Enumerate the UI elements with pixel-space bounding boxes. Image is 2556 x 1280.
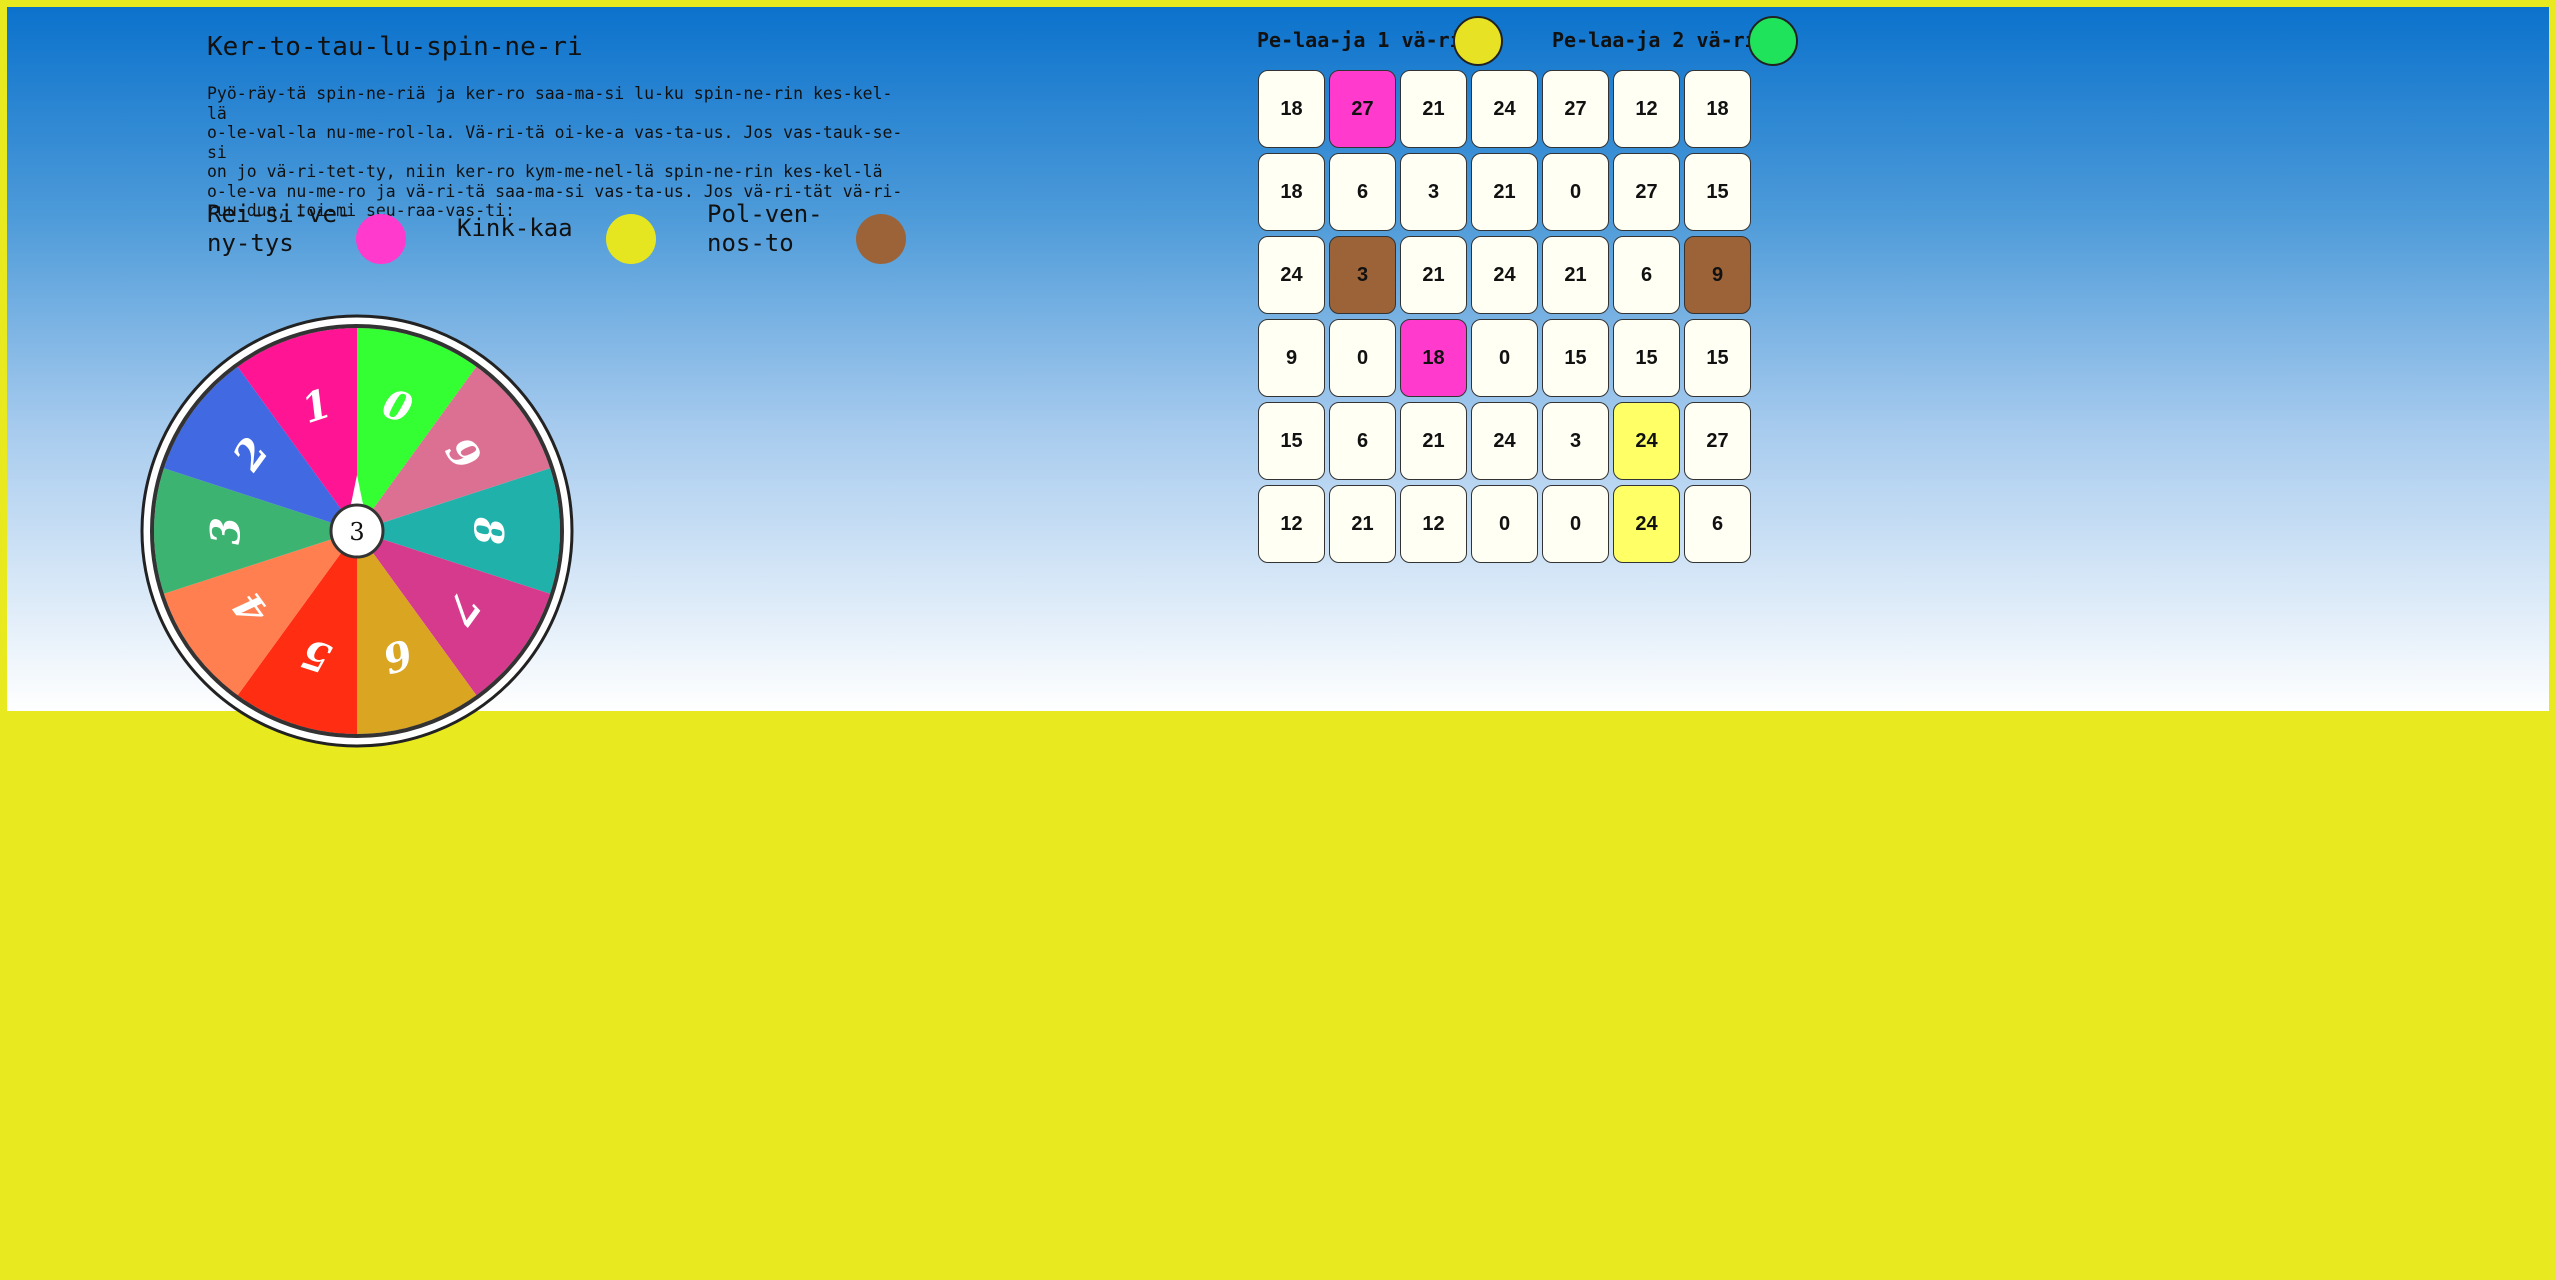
board-cell[interactable]: 0 <box>1542 485 1609 563</box>
board-cell[interactable]: 15 <box>1542 319 1609 397</box>
spinner-segment-number: 8 <box>465 516 512 545</box>
board-cell[interactable]: 24 <box>1258 236 1325 314</box>
board-cell[interactable]: 24 <box>1613 402 1680 480</box>
board-row: 15 6 21 24 3 24 27 <box>1258 402 1755 485</box>
board-cell[interactable]: 18 <box>1258 70 1325 148</box>
spinner-segment-number: 3 <box>203 517 250 545</box>
legend-label-reisiveny: Rei-si-ve- ny-tys <box>207 200 352 257</box>
board-cell[interactable]: 9 <box>1684 236 1751 314</box>
instruction-line: on jo vä-ri-tet-ty, niin ker-ro kym-me-n… <box>207 162 883 181</box>
board-cell[interactable]: 24 <box>1471 70 1538 148</box>
board-cell[interactable]: 18 <box>1684 70 1751 148</box>
instruction-line: o-le-val-la nu-me-rol-la. Vä-ri-tä oi-ke… <box>207 123 903 162</box>
page-title: Ker-to-tau-lu-spin-ne-ri <box>207 32 583 62</box>
board-cell[interactable]: 24 <box>1613 485 1680 563</box>
legend-label-polvennosto: Pol-ven- nos-to <box>707 200 823 257</box>
board-cell[interactable]: 6 <box>1329 402 1396 480</box>
board-cell[interactable]: 18 <box>1258 153 1325 231</box>
board-row: 12 21 12 0 0 24 6 <box>1258 485 1755 568</box>
board-cell[interactable]: 0 <box>1542 153 1609 231</box>
board-cell[interactable]: 21 <box>1400 70 1467 148</box>
instruction-line: o-le-va nu-me-ro ja vä-ri-tä saa-ma-si v… <box>207 181 903 201</box>
board-cell[interactable]: 6 <box>1684 485 1751 563</box>
board-cell[interactable]: 21 <box>1542 236 1609 314</box>
board-cell[interactable]: 27 <box>1542 70 1609 148</box>
board-cell[interactable]: 15 <box>1258 402 1325 480</box>
board-cell[interactable]: 21 <box>1329 485 1396 563</box>
multiplication-board: 18 27 21 24 27 12 18 18 6 3 21 0 27 15 24 3 21 24 21 6 9 9 0 18… <box>1258 70 1755 568</box>
board-cell[interactable]: 3 <box>1329 236 1396 314</box>
legend-swatch-brown <box>856 214 906 264</box>
board-cell[interactable]: 3 <box>1542 402 1609 480</box>
player2-label: Pe-laa-ja 2 vä-ri: <box>1552 28 1769 52</box>
board-cell[interactable]: 12 <box>1613 70 1680 148</box>
board-cell[interactable]: 27 <box>1613 153 1680 231</box>
spinner-center-value: 3 <box>349 518 364 546</box>
instruction-line: Pyö-räy-tä spin-ne-riä ja ker-ro saa-ma-… <box>207 84 893 123</box>
board-cell[interactable]: 27 <box>1329 70 1396 148</box>
board-cell[interactable]: 6 <box>1613 236 1680 314</box>
board-cell[interactable]: 12 <box>1400 485 1467 563</box>
board-cell[interactable]: 0 <box>1471 485 1538 563</box>
board-row: 18 6 3 21 0 27 15 <box>1258 153 1755 236</box>
board-cell[interactable]: 9 <box>1258 319 1325 397</box>
legend-label-kinkkaa: Kink-kaa <box>457 214 573 242</box>
player1-color[interactable] <box>1453 16 1503 66</box>
board-cell[interactable]: 15 <box>1613 319 1680 397</box>
board-cell[interactable]: 0 <box>1471 319 1538 397</box>
board-row: 9 0 18 0 15 15 15 <box>1258 319 1755 402</box>
player1-label: Pe-laa-ja 1 vä-ri: <box>1257 28 1474 52</box>
board-cell[interactable]: 27 <box>1684 402 1751 480</box>
legend-swatch-pink <box>356 214 406 264</box>
board-cell[interactable]: 3 <box>1400 153 1467 231</box>
spinner-wheel[interactable]: 0987654321 3 <box>138 312 576 750</box>
spinner[interactable]: 0987654321 3 <box>138 312 576 750</box>
board-cell[interactable]: 6 <box>1329 153 1396 231</box>
board-cell[interactable]: 18 <box>1400 319 1467 397</box>
board-cell[interactable]: 24 <box>1471 402 1538 480</box>
board-cell[interactable]: 21 <box>1400 402 1467 480</box>
legend-swatch-yellow <box>606 214 656 264</box>
board-row: 18 27 21 24 27 12 18 <box>1258 70 1755 153</box>
board-cell[interactable]: 12 <box>1258 485 1325 563</box>
board-cell[interactable]: 21 <box>1471 153 1538 231</box>
board-cell[interactable]: 15 <box>1684 319 1751 397</box>
board-cell[interactable]: 24 <box>1471 236 1538 314</box>
board-cell[interactable]: 21 <box>1400 236 1467 314</box>
board-cell[interactable]: 0 <box>1329 319 1396 397</box>
player2-color[interactable] <box>1748 16 1798 66</box>
board-cell[interactable]: 15 <box>1684 153 1751 231</box>
board-row: 24 3 21 24 21 6 9 <box>1258 236 1755 319</box>
